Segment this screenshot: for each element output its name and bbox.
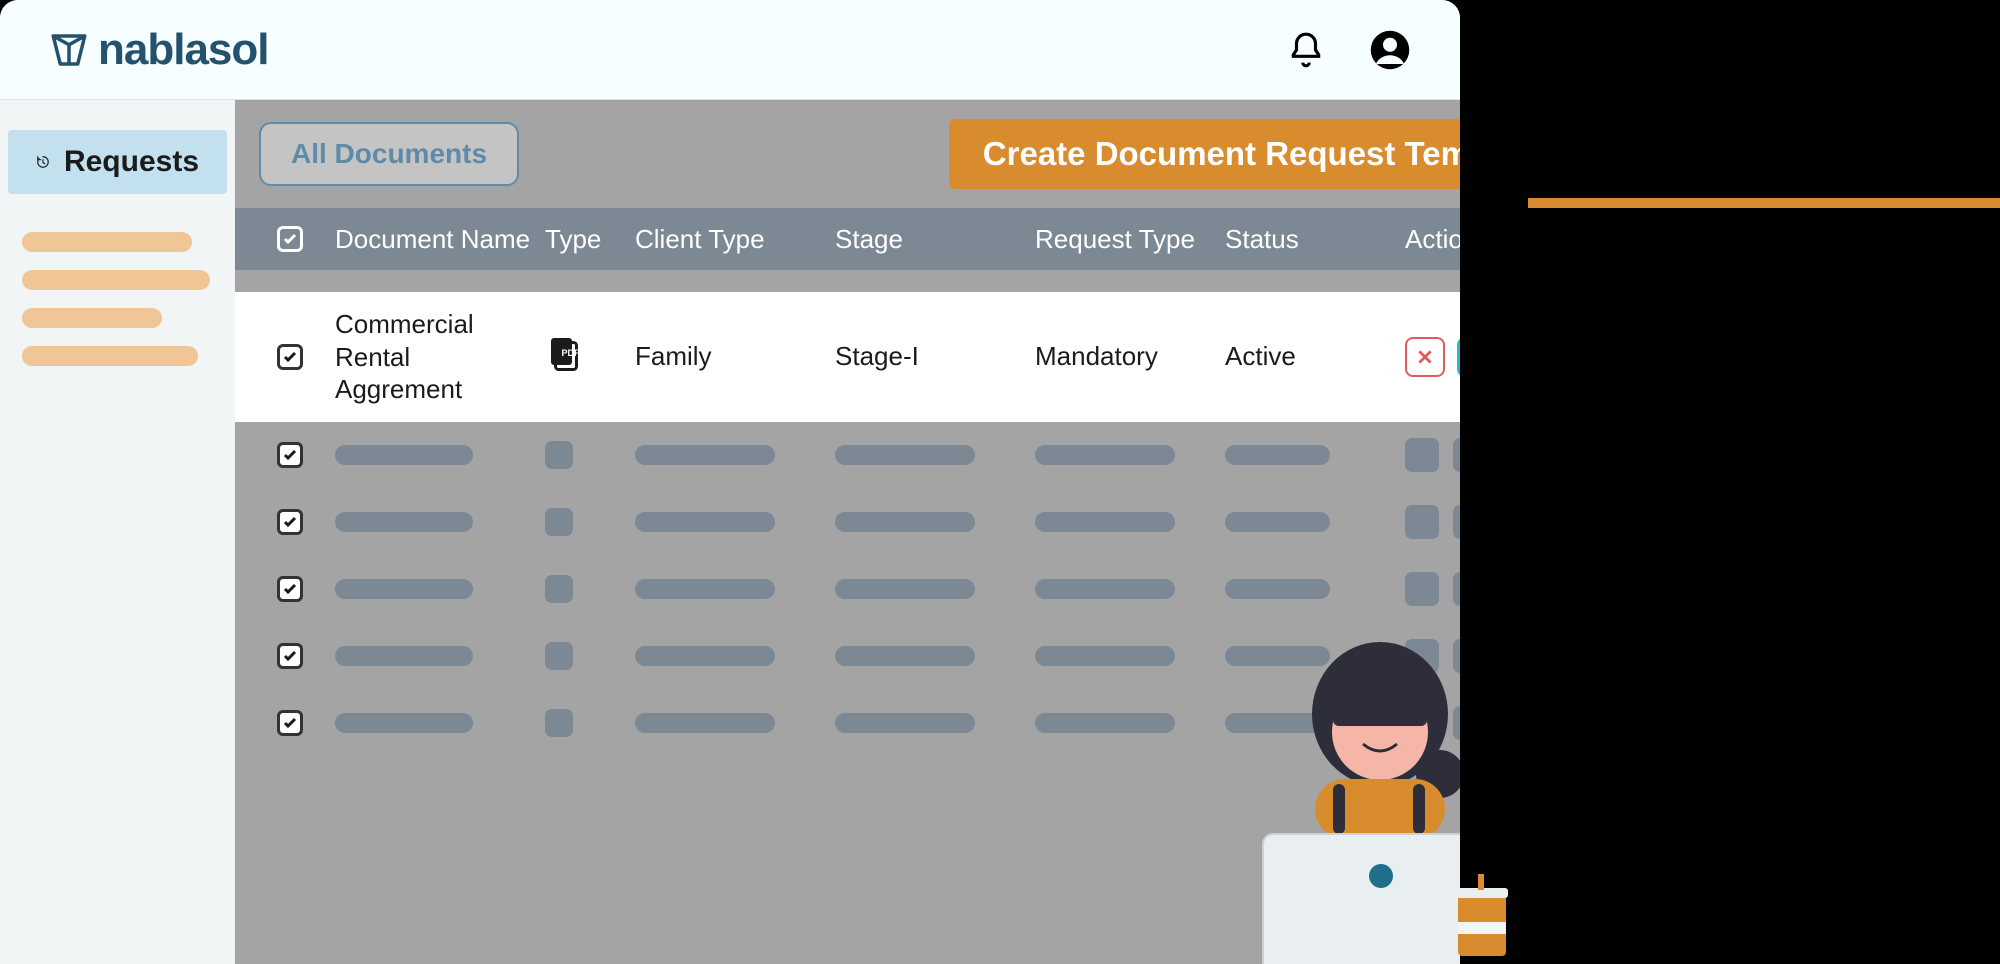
cursor-trail-decoration bbox=[1455, 208, 1995, 964]
svg-text:PDF: PDF bbox=[562, 348, 581, 358]
cell-request-type: Mandatory bbox=[1035, 341, 1215, 372]
cell-actions bbox=[1405, 337, 1460, 377]
toolbar: All Documents Create Document Request Te… bbox=[235, 100, 1460, 208]
create-template-button[interactable]: Create Document Request Template bbox=[949, 119, 1460, 189]
cell-type: PDF bbox=[545, 335, 625, 378]
row-close-button[interactable] bbox=[1405, 337, 1445, 377]
profile-button[interactable] bbox=[1368, 28, 1412, 72]
check-icon bbox=[282, 349, 298, 365]
col-request-type: Request Type bbox=[1035, 224, 1215, 255]
col-type: Type bbox=[545, 224, 625, 255]
row-checkbox[interactable] bbox=[277, 509, 303, 535]
sidebar-placeholder bbox=[22, 270, 210, 290]
all-documents-filter[interactable]: All Documents bbox=[259, 122, 519, 186]
sidebar-item-requests[interactable]: Requests bbox=[8, 130, 227, 194]
table-row[interactable]: Commercial Rental Aggrement PDF Family S… bbox=[235, 292, 1460, 422]
coffee-cup-icon bbox=[1448, 874, 1516, 964]
table-row-placeholder bbox=[235, 489, 1460, 556]
account-icon bbox=[1369, 29, 1411, 71]
sidebar-placeholder bbox=[22, 308, 162, 328]
row-checkbox[interactable] bbox=[277, 344, 303, 370]
sidebar: Requests bbox=[0, 100, 235, 964]
pdf-icon: PDF bbox=[545, 335, 581, 371]
main-content: All Documents Create Document Request Te… bbox=[235, 100, 1460, 964]
sidebar-placeholder bbox=[22, 232, 192, 252]
check-icon bbox=[282, 581, 298, 597]
cell-status: Active bbox=[1225, 341, 1395, 372]
notifications-button[interactable] bbox=[1284, 28, 1328, 72]
check-icon bbox=[282, 447, 298, 463]
app-window: nablasol Requests bbox=[0, 0, 1460, 964]
history-icon bbox=[36, 148, 50, 176]
logo-icon bbox=[48, 29, 90, 71]
app-header: nablasol bbox=[0, 0, 1460, 100]
sidebar-item-label: Requests bbox=[64, 145, 199, 179]
cell-stage: Stage-I bbox=[835, 341, 1025, 372]
check-icon bbox=[282, 715, 298, 731]
row-checkbox[interactable] bbox=[277, 442, 303, 468]
check-icon bbox=[282, 514, 298, 530]
col-client-type: Client Type bbox=[635, 224, 825, 255]
table-row-placeholder bbox=[235, 556, 1460, 623]
table-row-placeholder bbox=[235, 422, 1460, 489]
cell-client-type: Family bbox=[635, 341, 825, 372]
row-checkbox[interactable] bbox=[277, 643, 303, 669]
cell-doc-name: Commercial Rental Aggrement bbox=[335, 308, 535, 406]
table-header: Document Name Type Client Type Stage Req… bbox=[235, 208, 1460, 270]
check-icon bbox=[282, 648, 298, 664]
close-icon bbox=[1416, 348, 1434, 366]
brand-name: nablasol bbox=[98, 25, 269, 75]
check-icon bbox=[282, 231, 298, 247]
col-stage: Stage bbox=[835, 224, 1025, 255]
table-row-placeholder bbox=[235, 623, 1460, 690]
bell-icon bbox=[1287, 31, 1325, 69]
col-actions: Actions bbox=[1405, 224, 1460, 255]
brand-logo[interactable]: nablasol bbox=[48, 25, 269, 75]
row-checkbox[interactable] bbox=[277, 576, 303, 602]
col-status: Status bbox=[1225, 224, 1395, 255]
select-all-checkbox[interactable] bbox=[277, 226, 303, 252]
table-row-placeholder bbox=[235, 690, 1460, 757]
accent-bar bbox=[1528, 198, 2000, 208]
row-checkbox[interactable] bbox=[277, 710, 303, 736]
col-doc-name: Document Name bbox=[335, 224, 535, 255]
sidebar-placeholder bbox=[22, 346, 198, 366]
